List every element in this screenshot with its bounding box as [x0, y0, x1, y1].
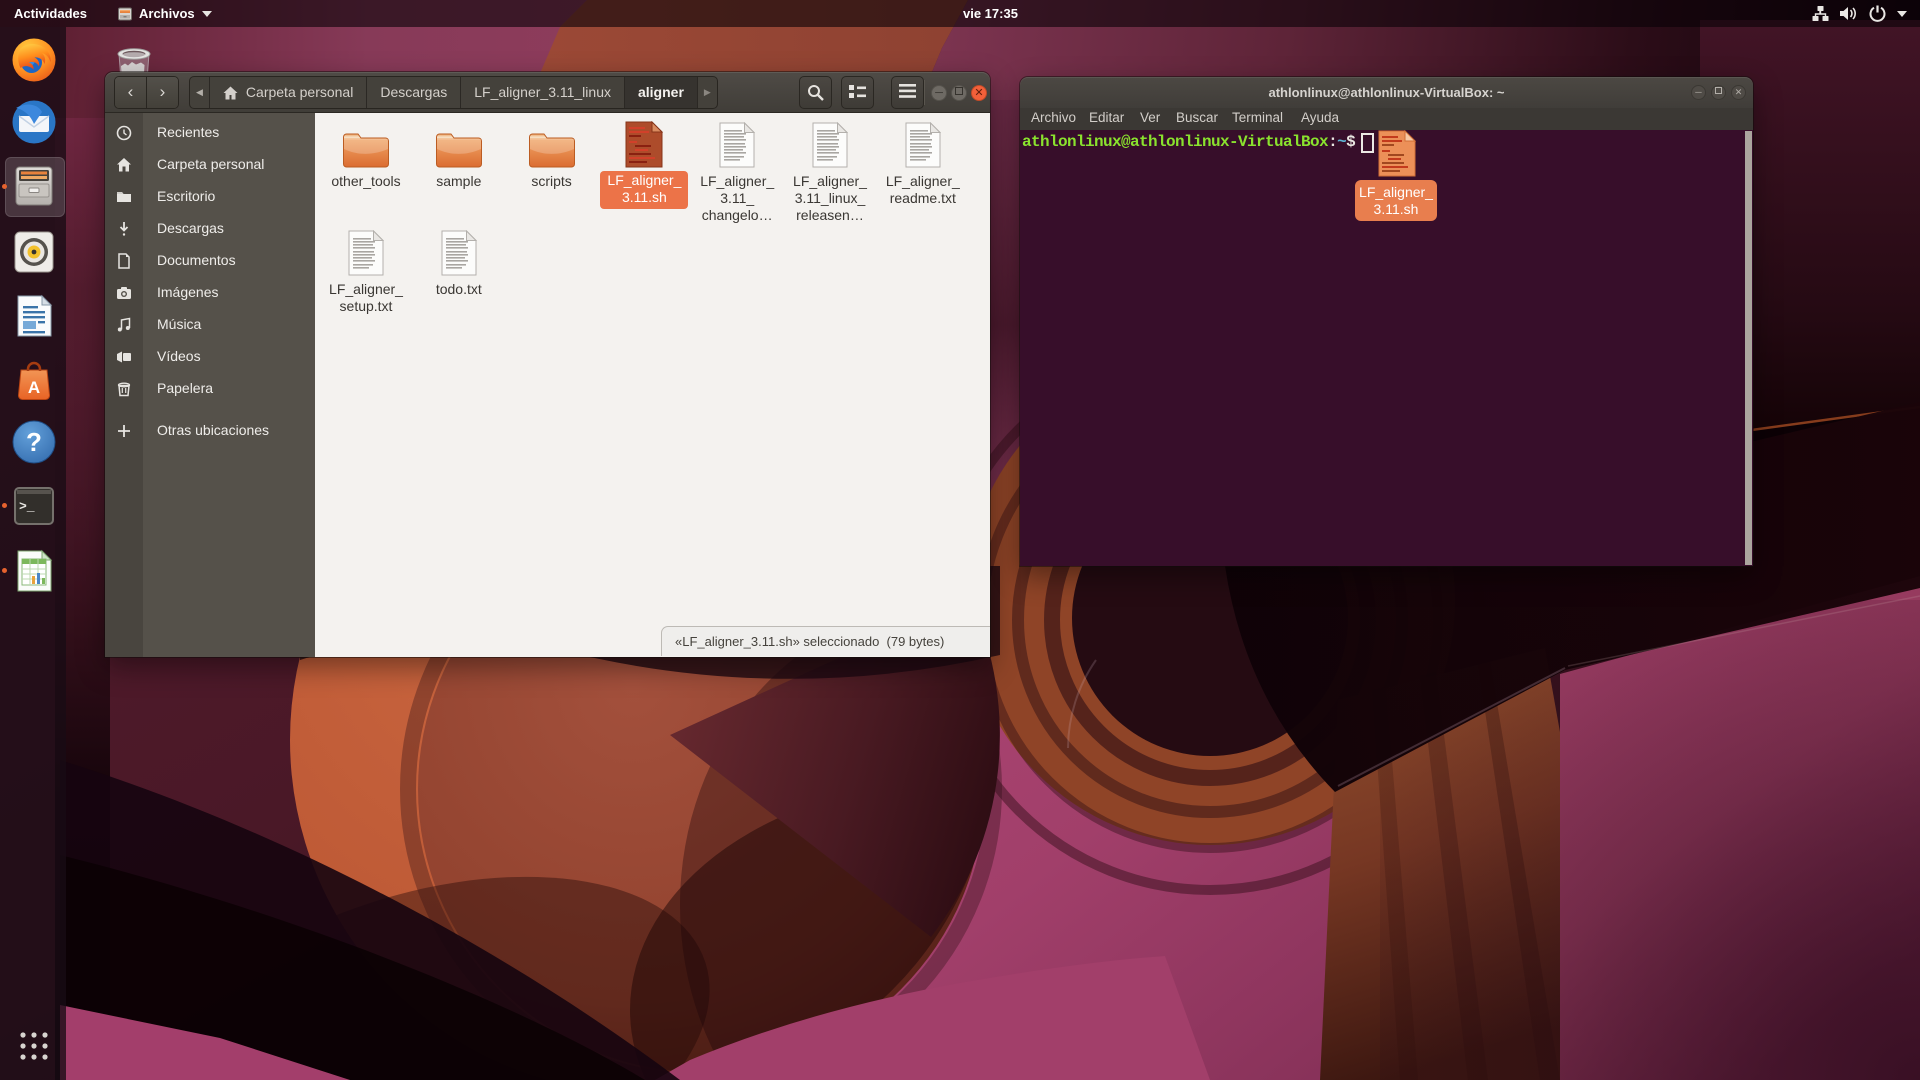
svg-text:?: ?: [26, 427, 42, 457]
svg-text:>_: >_: [19, 499, 35, 514]
svg-text:A: A: [28, 378, 40, 397]
